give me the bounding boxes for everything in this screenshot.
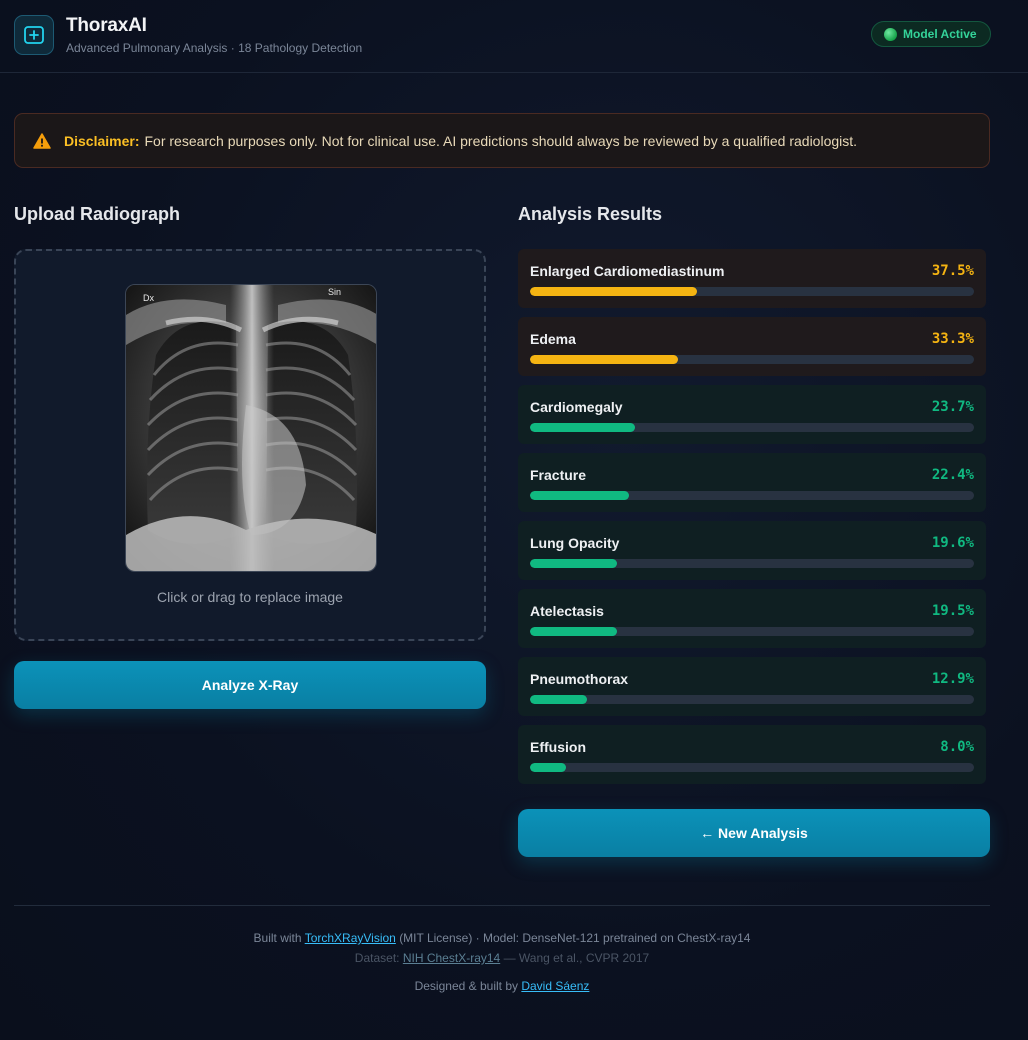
footer-model-info: (MIT License) · Model: DenseNet-121 pret… xyxy=(399,931,751,945)
result-value: 8.0% xyxy=(940,739,974,755)
probability-bar-fill xyxy=(530,491,630,500)
result-row: Lung Opacity 19.6% xyxy=(518,521,986,580)
probability-bar-fill xyxy=(530,355,678,364)
result-value: 12.9% xyxy=(931,671,974,687)
footer-divider xyxy=(14,905,990,906)
xray-preview-image: Dx Sin xyxy=(125,284,377,572)
upload-hint: Click or drag to replace image xyxy=(157,589,343,605)
probability-bar-track xyxy=(530,355,974,364)
results-section-title: Analysis Results xyxy=(518,204,663,224)
app-subtitle: Advanced Pulmonary Analysis · 18 Patholo… xyxy=(66,41,363,55)
result-label: Effusion xyxy=(530,739,586,755)
result-row: Cardiomegaly 23.7% xyxy=(518,385,986,444)
chestxray14-link[interactable]: NIH ChestX-ray14 xyxy=(403,951,500,965)
result-row: Edema 33.3% xyxy=(518,317,986,376)
model-status-badge: Model Active xyxy=(871,21,991,47)
xray-marker-left: Dx xyxy=(143,293,154,303)
analyze-button[interactable]: Analyze X-Ray xyxy=(14,661,486,709)
result-value: 22.4% xyxy=(931,467,974,483)
probability-bar-fill xyxy=(530,423,636,432)
footer-credits: Built with TorchXRayVision (MIT License)… xyxy=(0,931,1004,945)
upload-section-title: Upload Radiograph xyxy=(14,204,180,224)
torchxrayvision-link[interactable]: TorchXRayVision xyxy=(305,931,396,945)
status-dot-icon xyxy=(884,27,897,41)
result-row: Effusion 8.0% xyxy=(518,725,986,784)
result-value: 19.6% xyxy=(931,535,974,551)
probability-bar-fill xyxy=(530,695,588,704)
disclaimer-text: For research purposes only. Not for clin… xyxy=(144,132,858,149)
author-link[interactable]: David Sáenz xyxy=(521,979,589,993)
footer-dataset-label: Dataset: xyxy=(354,951,400,965)
result-label: Cardiomegaly xyxy=(530,399,623,415)
footer-designed-by: Designed & built by xyxy=(414,979,518,993)
new-analysis-button[interactable]: ← New Analysis xyxy=(518,809,990,857)
result-label: Pneumothorax xyxy=(530,671,629,687)
probability-bar-fill xyxy=(530,763,566,772)
result-value: 23.7% xyxy=(931,399,974,415)
result-label: Edema xyxy=(530,331,576,347)
probability-bar-fill xyxy=(530,627,617,636)
disclaimer-banner: Disclaimer: For research purposes only. … xyxy=(14,113,990,168)
result-row: Atelectasis 19.5% xyxy=(518,589,986,648)
medical-cross-icon xyxy=(14,15,54,55)
probability-bar-track xyxy=(530,695,974,704)
app-title: ThoraxAI xyxy=(66,15,147,36)
footer-author: Designed & built by David Sáenz xyxy=(0,979,1004,993)
probability-bar-track xyxy=(530,287,974,296)
probability-bar-track xyxy=(530,491,974,500)
probability-bar-track xyxy=(530,559,974,568)
result-row: Fracture 22.4% xyxy=(518,453,986,512)
footer-dataset-citation: — Wang et al., CVPR 2017 xyxy=(503,951,650,965)
result-label: Lung Opacity xyxy=(530,535,620,551)
warning-icon xyxy=(33,132,51,149)
footer-dataset: Dataset: NIH ChestX-ray14 — Wang et al.,… xyxy=(0,951,1004,965)
xray-marker-right: Sin xyxy=(327,287,341,297)
probability-bar-track xyxy=(530,627,974,636)
disclaimer-label: Disclaimer: xyxy=(64,132,140,149)
probability-bar-fill xyxy=(530,559,618,568)
probability-bar-fill xyxy=(530,287,697,296)
result-label: Enlarged Cardiomediastinum xyxy=(530,263,725,279)
result-value: 37.5% xyxy=(931,263,974,279)
result-row: Pneumothorax 12.9% xyxy=(518,657,986,716)
app-header: ThoraxAI Advanced Pulmonary Analysis · 1… xyxy=(0,0,1028,73)
result-label: Atelectasis xyxy=(530,603,604,619)
probability-bar-track xyxy=(530,763,974,772)
result-value: 33.3% xyxy=(931,331,974,347)
status-label: Model Active xyxy=(903,27,977,41)
result-label: Fracture xyxy=(530,467,587,483)
result-value: 19.5% xyxy=(931,603,974,619)
result-row: Enlarged Cardiomediastinum 37.5% xyxy=(518,249,986,308)
probability-bar-track xyxy=(530,423,974,432)
footer-built-with: Built with xyxy=(253,931,302,945)
upload-dropzone[interactable]: Dx Sin Click or drag to replace image xyxy=(14,249,486,641)
